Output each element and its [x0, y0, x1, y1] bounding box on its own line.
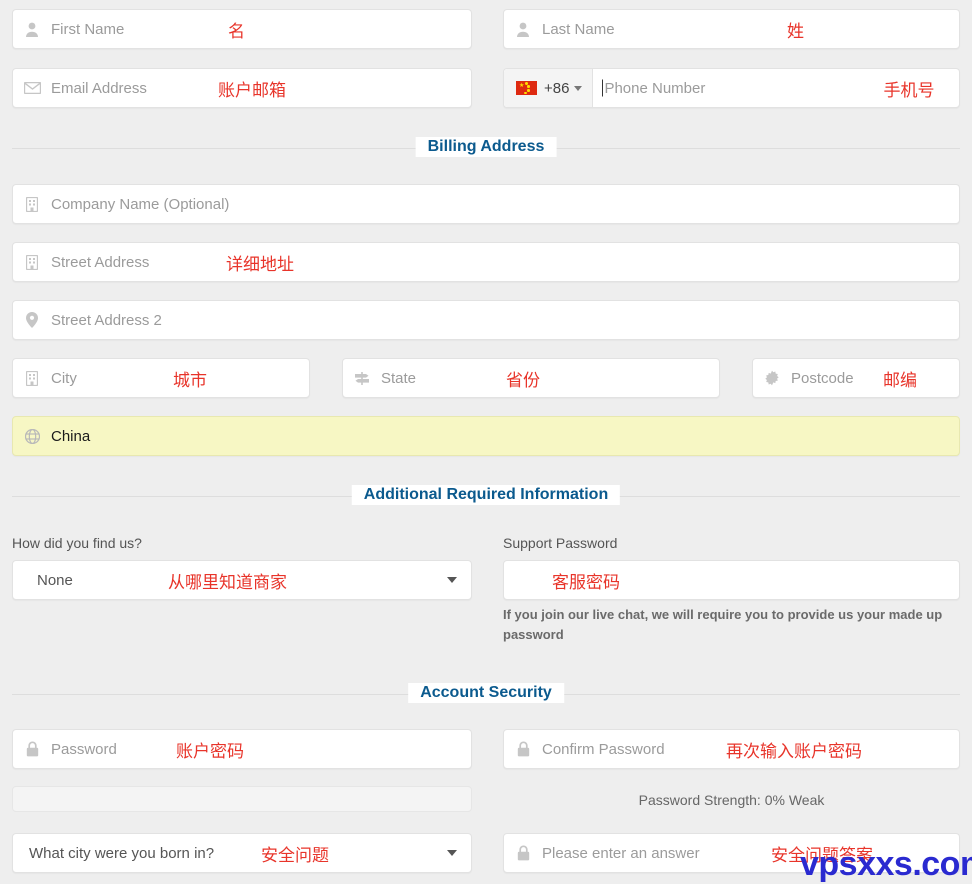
- building-icon: [23, 253, 41, 271]
- phone-number-input[interactable]: Phone Number 手机号: [593, 79, 959, 101]
- country-value: China: [51, 427, 91, 445]
- password-annotation: 账户密码: [176, 741, 244, 762]
- support-password-help-text: If you join our live chat, we will requi…: [503, 607, 943, 642]
- map-pin-icon: [23, 311, 41, 329]
- chevron-down-icon: [447, 850, 457, 856]
- phone-field[interactable]: ★ +86 Phone Number 手机号: [503, 68, 960, 108]
- first-name-field[interactable]: First Name 名: [12, 9, 472, 49]
- first-name-annotation: 名: [228, 21, 245, 42]
- section-additional-information: Additional Required Information: [12, 485, 960, 509]
- user-icon: [23, 20, 41, 38]
- email-placeholder: Email Address: [51, 79, 147, 97]
- support-password-annotation: 客服密码: [552, 572, 620, 593]
- city-field[interactable]: City 城市: [12, 358, 310, 398]
- section-account-security: Account Security: [12, 683, 960, 707]
- confirm-password-field[interactable]: Confirm Password 再次输入账户密码: [503, 729, 960, 769]
- company-name-field[interactable]: Company Name (Optional): [12, 184, 960, 224]
- security-question-value: What city were you born in?: [29, 844, 215, 862]
- dial-code: +86: [544, 79, 570, 97]
- how-did-you-find-us-select[interactable]: None 从哪里知道商家: [12, 560, 472, 600]
- email-annotation: 账户邮箱: [218, 80, 286, 101]
- confirm-password-annotation: 再次输入账户密码: [726, 741, 862, 762]
- street-address-2-field[interactable]: Street Address 2: [12, 300, 960, 340]
- state-placeholder: State: [381, 369, 417, 387]
- lock-icon: [514, 740, 532, 758]
- confirm-password-placeholder: Confirm Password: [542, 740, 665, 758]
- section-billing-address: Billing Address: [12, 137, 960, 161]
- last-name-field[interactable]: Last Name 姓: [503, 9, 960, 49]
- street-address-annotation: 详细地址: [226, 254, 294, 275]
- state-annotation: 省份: [506, 370, 540, 391]
- city-annotation: 城市: [173, 370, 207, 391]
- security-question-annotation: 安全问题: [261, 845, 329, 866]
- how-did-you-find-us-label: How did you find us?: [12, 535, 142, 551]
- section-title: Additional Required Information: [351, 485, 621, 505]
- last-name-placeholder: Last Name: [542, 20, 615, 38]
- phone-annotation: 手机号: [883, 80, 935, 101]
- state-field[interactable]: State 省份: [342, 358, 720, 398]
- support-password-label: Support Password: [503, 535, 618, 551]
- password-field[interactable]: Password 账户密码: [12, 729, 472, 769]
- user-icon: [514, 20, 532, 38]
- company-name-placeholder: Company Name (Optional): [51, 195, 230, 213]
- section-title: Billing Address: [415, 137, 557, 157]
- password-strength-text: Password Strength: 0% Weak: [638, 792, 825, 808]
- chevron-down-icon: [447, 577, 457, 583]
- city-placeholder: City: [51, 369, 77, 387]
- lock-icon: [23, 740, 41, 758]
- postcode-field[interactable]: Postcode 邮编: [752, 358, 960, 398]
- building-icon: [23, 195, 41, 213]
- phone-placeholder: Phone Number: [604, 79, 706, 97]
- password-placeholder: Password: [51, 740, 117, 758]
- envelope-icon: [23, 79, 41, 97]
- street-address-field[interactable]: Street Address 详细地址: [12, 242, 960, 282]
- how-did-you-find-us-value: None: [37, 571, 73, 589]
- how-did-you-find-us-annotation: 从哪里知道商家: [168, 572, 287, 593]
- text-cursor: [602, 79, 604, 97]
- globe-icon: [23, 427, 41, 445]
- street-address-2-placeholder: Street Address 2: [51, 311, 162, 329]
- country-code-selector[interactable]: ★ +86: [504, 69, 594, 107]
- first-name-placeholder: First Name: [51, 20, 125, 38]
- section-title: Account Security: [408, 683, 564, 703]
- postcode-annotation: 邮编: [883, 370, 917, 391]
- support-password-field[interactable]: 客服密码: [503, 560, 960, 600]
- street-address-placeholder: Street Address: [51, 253, 150, 271]
- signpost-icon: [353, 369, 371, 387]
- security-question-select[interactable]: What city were you born in? 安全问题: [12, 833, 472, 873]
- signup-form-page: First Name 名 Last Name 姓 Email Address 账…: [0, 0, 972, 883]
- building-icon: [23, 369, 41, 387]
- site-watermark: vpsxxs.com: [800, 845, 972, 883]
- china-flag-icon: ★: [516, 81, 537, 95]
- chevron-down-icon: [574, 85, 583, 91]
- email-field[interactable]: Email Address 账户邮箱: [12, 68, 472, 108]
- security-answer-placeholder: Please enter an answer: [542, 844, 700, 862]
- country-field[interactable]: China: [12, 416, 960, 456]
- password-strength-bar: [12, 786, 472, 812]
- last-name-annotation: 姓: [787, 21, 804, 42]
- postcode-placeholder: Postcode: [791, 369, 854, 387]
- gear-icon: [763, 369, 781, 387]
- lock-icon: [514, 844, 532, 862]
